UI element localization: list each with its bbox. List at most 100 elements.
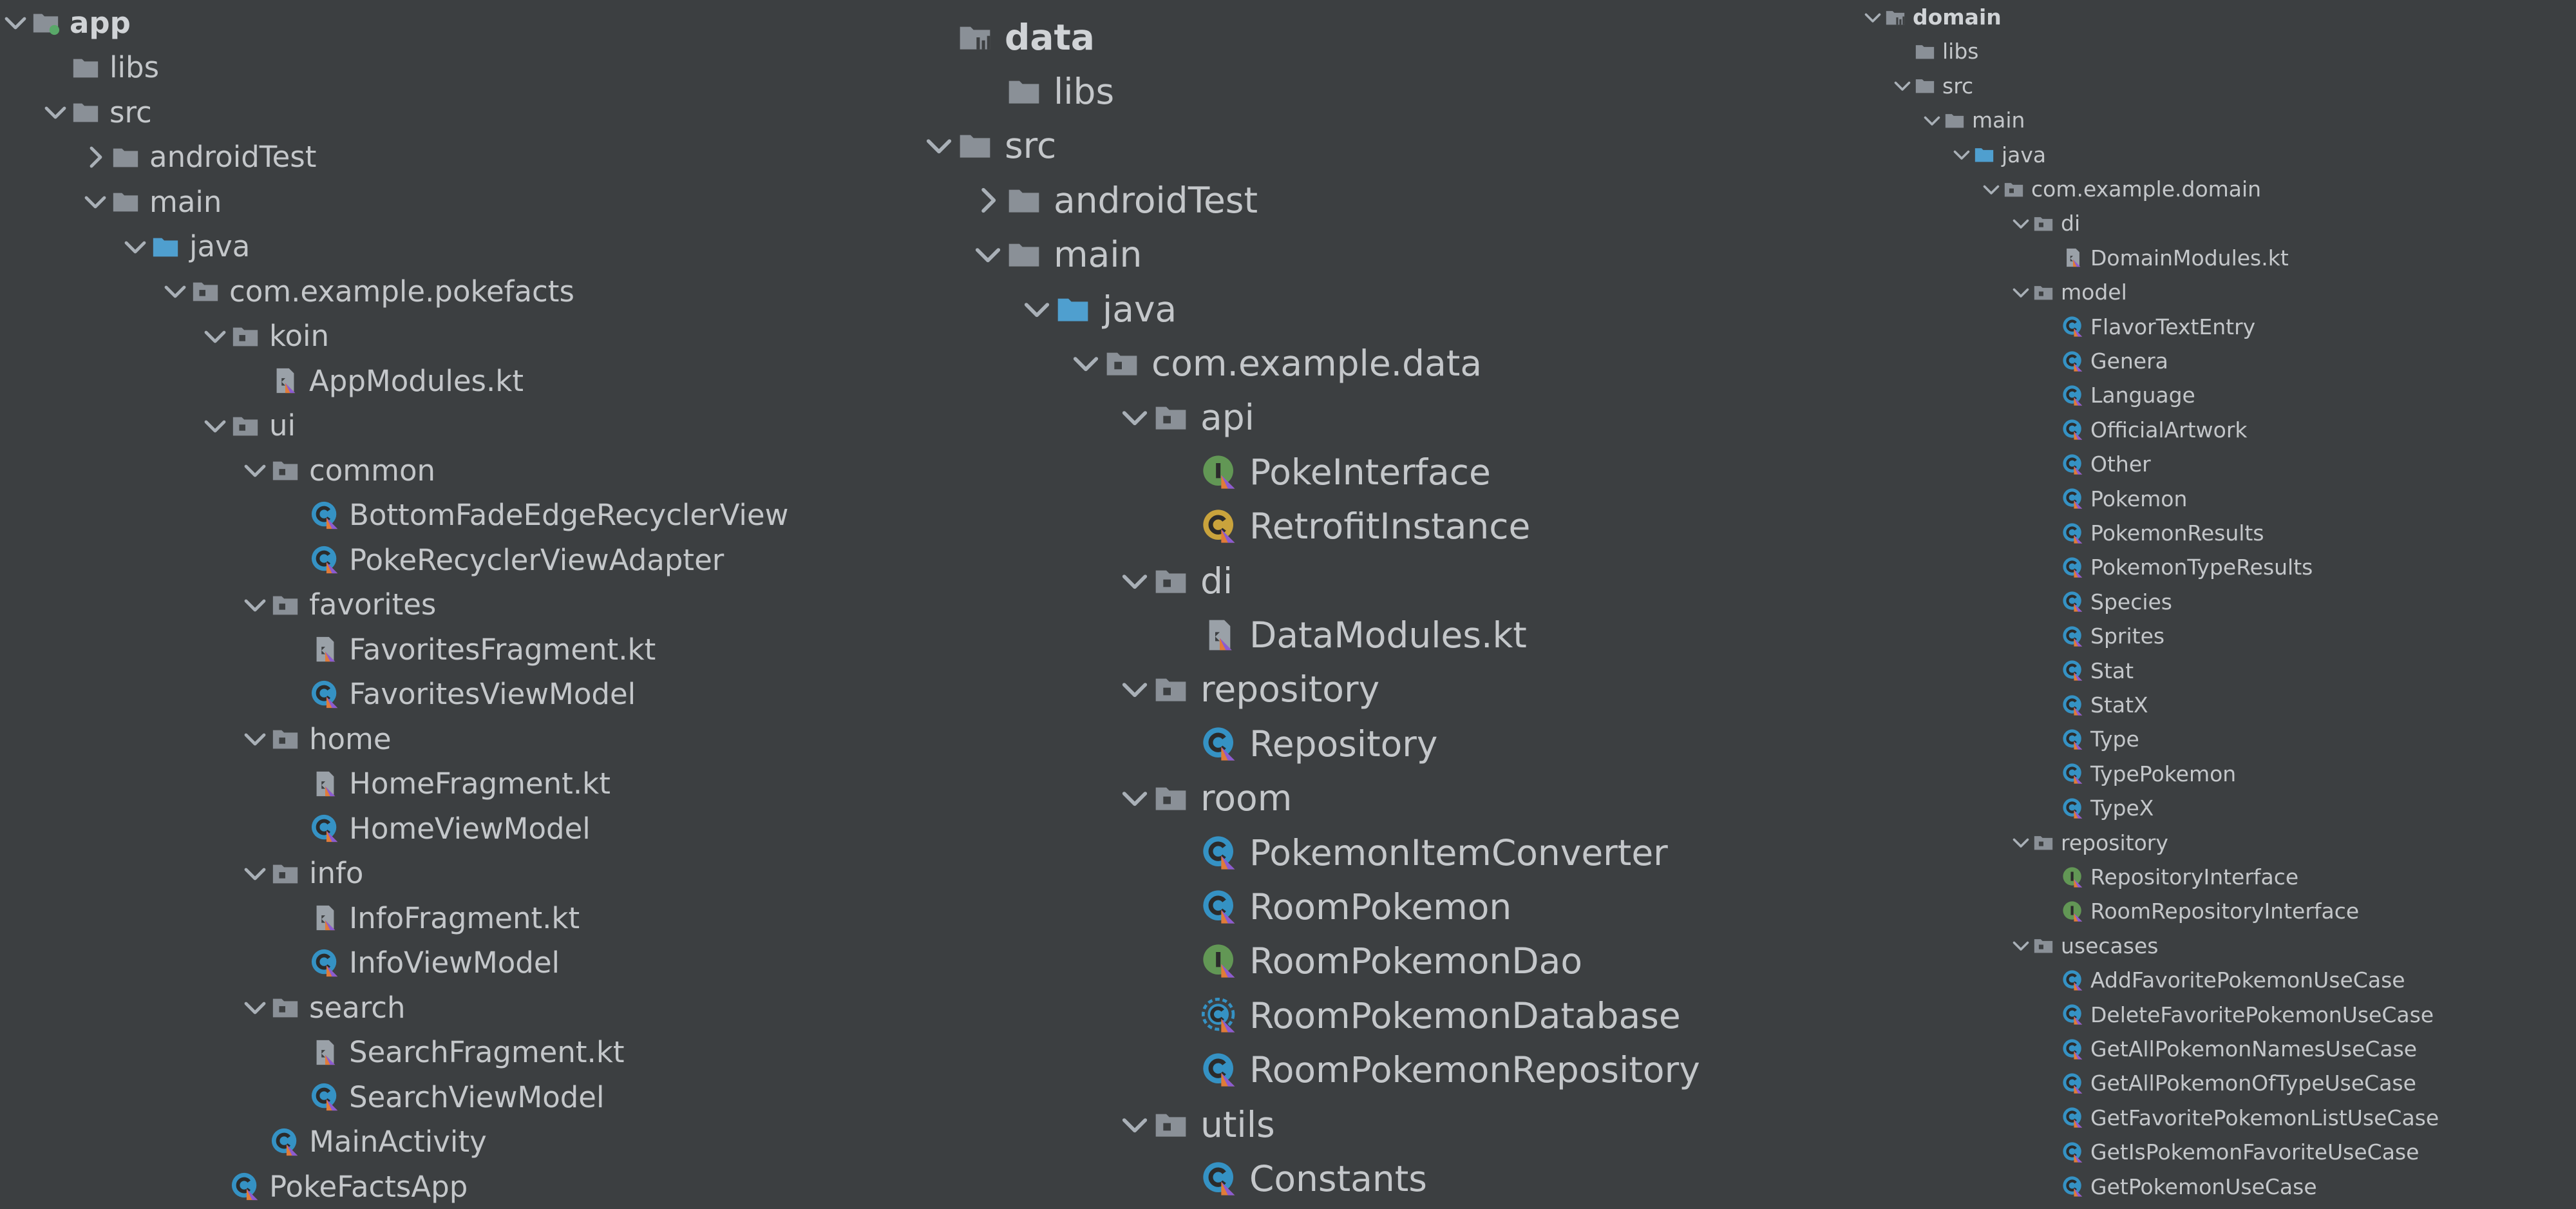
tree-node-app[interactable]: MainActivity: [240, 1119, 487, 1165]
tree-node-domain[interactable]: PokemonTypeResults: [2039, 550, 2313, 584]
tree-node-app[interactable]: search: [240, 985, 405, 1030]
tree-node-app[interactable]: info: [240, 851, 363, 896]
tree-node-domain[interactable]: FlavorTextEntry: [2039, 310, 2255, 344]
tree-node-domain[interactable]: Sprites: [2039, 619, 2164, 653]
chevron-right-icon[interactable]: [80, 142, 111, 173]
tree-node-data[interactable]: repository: [1117, 662, 1379, 717]
tree-node-app[interactable]: InfoFragment.kt: [279, 895, 580, 940]
tree-node-app[interactable]: AppModules.kt: [240, 358, 524, 403]
tree-node-app[interactable]: common: [240, 448, 435, 493]
chevron-down-icon[interactable]: [1117, 780, 1153, 816]
chevron-down-icon[interactable]: [1891, 74, 1914, 97]
tree-node-domain[interactable]: DeleteFavoritePokemonUseCase: [2039, 998, 2434, 1032]
tree-node-domain[interactable]: TypePokemon: [2039, 757, 2236, 791]
chevron-down-icon[interactable]: [1068, 345, 1104, 381]
tree-node-domain[interactable]: libs: [1891, 34, 1978, 68]
chevron-down-icon[interactable]: [200, 410, 231, 441]
tree-node-domain[interactable]: di: [2009, 206, 2080, 240]
tree-node-domain[interactable]: Type: [2039, 722, 2139, 756]
chevron-down-icon[interactable]: [1117, 399, 1153, 435]
tree-node-data[interactable]: RoomPokemon: [1166, 879, 1511, 934]
chevron-down-icon[interactable]: [970, 236, 1006, 272]
chevron-down-icon[interactable]: [1950, 143, 1973, 166]
tree-node-data[interactable]: androidTest: [970, 173, 1258, 227]
tree-node-app[interactable]: main: [80, 179, 222, 224]
chevron-right-icon[interactable]: [970, 182, 1006, 218]
tree-node-data[interactable]: RoomPokemonRepository: [1166, 1043, 1700, 1098]
tree-node-app[interactable]: SearchViewModel: [279, 1074, 605, 1119]
tree-node-data[interactable]: com.example.data: [1068, 336, 1482, 390]
tree-node-app[interactable]: koin: [200, 314, 329, 359]
tree-node-domain[interactable]: model: [2009, 275, 2127, 309]
chevron-down-icon[interactable]: [0, 7, 31, 38]
tree-node-domain[interactable]: GetPokemonUseCase: [2039, 1170, 2317, 1204]
tree-node-domain[interactable]: GetFavoritePokemonListUseCase: [2039, 1101, 2439, 1135]
chevron-down-icon[interactable]: [1920, 109, 1944, 132]
tree-node-domain[interactable]: DomainModules.kt: [2039, 241, 2289, 275]
tree-node-domain[interactable]: GetIsPokemonFavoriteUseCase: [2039, 1135, 2419, 1169]
tree-node-domain[interactable]: AddFavoritePokemonUseCase: [2039, 963, 2405, 997]
chevron-down-icon[interactable]: [2009, 212, 2032, 235]
tree-node-data[interactable]: Constants: [1166, 1151, 1427, 1206]
chevron-down-icon[interactable]: [2009, 281, 2032, 304]
tree-node-data[interactable]: RoomPokemonDatabase: [1166, 988, 1681, 1043]
tree-node-data[interactable]: RetrofitInstance: [1166, 499, 1530, 554]
tree-node-domain[interactable]: Species: [2039, 585, 2172, 619]
tree-node-app[interactable]: favorites: [240, 582, 436, 627]
tree-node-domain[interactable]: StatX: [2039, 688, 2148, 722]
tree-node-domain[interactable]: main: [1920, 103, 2025, 137]
chevron-down-icon[interactable]: [40, 97, 71, 128]
tree-node-domain[interactable]: src: [1891, 69, 1973, 103]
tree-node-data[interactable]: libs: [970, 64, 1114, 119]
tree-node-domain[interactable]: GetAllPokemonNamesUseCase: [2039, 1032, 2417, 1066]
tree-node-domain[interactable]: RoomRepositoryInterface: [2039, 894, 2359, 928]
tree-node-app[interactable]: androidTest: [80, 135, 316, 180]
tree-node-domain[interactable]: java: [1950, 138, 2046, 172]
tree-node-domain[interactable]: Pokemon: [2039, 482, 2187, 516]
chevron-down-icon[interactable]: [1861, 6, 1884, 29]
tree-node-domain[interactable]: Genera: [2039, 344, 2168, 378]
tree-node-app[interactable]: BottomFadeEdgeRecyclerView: [279, 493, 788, 538]
tree-node-domain[interactable]: OfficialArtwork: [2039, 413, 2248, 447]
tree-node-data[interactable]: data: [921, 10, 1095, 64]
chevron-down-icon[interactable]: [240, 992, 270, 1023]
tree-node-app[interactable]: HomeViewModel: [279, 806, 591, 851]
chevron-down-icon[interactable]: [240, 723, 270, 754]
chevron-down-icon[interactable]: [240, 858, 270, 889]
tree-node-data[interactable]: PokemonItemConverter: [1166, 825, 1668, 880]
tree-node-data[interactable]: room: [1117, 771, 1292, 826]
tree-node-app[interactable]: SearchFragment.kt: [279, 1030, 625, 1075]
tree-node-app[interactable]: ui: [200, 403, 296, 448]
tree-node-app[interactable]: app: [0, 0, 131, 45]
tree-node-data[interactable]: DataModules.kt: [1166, 607, 1527, 662]
tree-node-domain[interactable]: usecases: [2009, 929, 2158, 963]
chevron-down-icon[interactable]: [1117, 671, 1153, 707]
tree-node-domain[interactable]: RepositoryInterface: [2039, 860, 2298, 894]
tree-node-domain[interactable]: Other: [2039, 447, 2151, 481]
tree-node-data[interactable]: utils: [1117, 1097, 1275, 1152]
tree-node-domain[interactable]: repository: [2009, 826, 2168, 860]
chevron-down-icon[interactable]: [1117, 1107, 1153, 1143]
chevron-down-icon[interactable]: [160, 276, 191, 307]
chevron-down-icon[interactable]: [2009, 934, 2032, 957]
tree-node-app[interactable]: FavoritesViewModel: [279, 672, 636, 717]
tree-node-data[interactable]: RoomPokemonDao: [1166, 934, 1582, 989]
tree-node-domain[interactable]: GetAllPokemonOfTypeUseCase: [2039, 1066, 2416, 1100]
chevron-down-icon[interactable]: [1019, 291, 1055, 327]
tree-node-domain[interactable]: Stat: [2039, 654, 2134, 688]
tree-node-app[interactable]: java: [120, 224, 250, 269]
tree-node-data[interactable]: api: [1117, 390, 1255, 445]
tree-node-app[interactable]: InfoViewModel: [279, 940, 560, 985]
tree-node-data[interactable]: src: [921, 119, 1056, 173]
chevron-down-icon[interactable]: [1117, 563, 1153, 599]
tree-node-data[interactable]: Repository: [1166, 716, 1437, 771]
chevron-down-icon[interactable]: [240, 455, 270, 486]
tree-node-data[interactable]: java: [1019, 281, 1177, 336]
tree-node-app[interactable]: PokeFactsApp: [200, 1164, 468, 1209]
tree-node-domain[interactable]: com.example.domain: [1980, 172, 2261, 206]
tree-node-app[interactable]: com.example.pokefacts: [160, 269, 574, 314]
tree-node-data[interactable]: PokeInterface: [1166, 444, 1491, 499]
tree-node-app[interactable]: home: [240, 716, 392, 761]
tree-node-data[interactable]: di: [1117, 553, 1233, 608]
tree-node-domain[interactable]: TypeX: [2039, 791, 2154, 825]
